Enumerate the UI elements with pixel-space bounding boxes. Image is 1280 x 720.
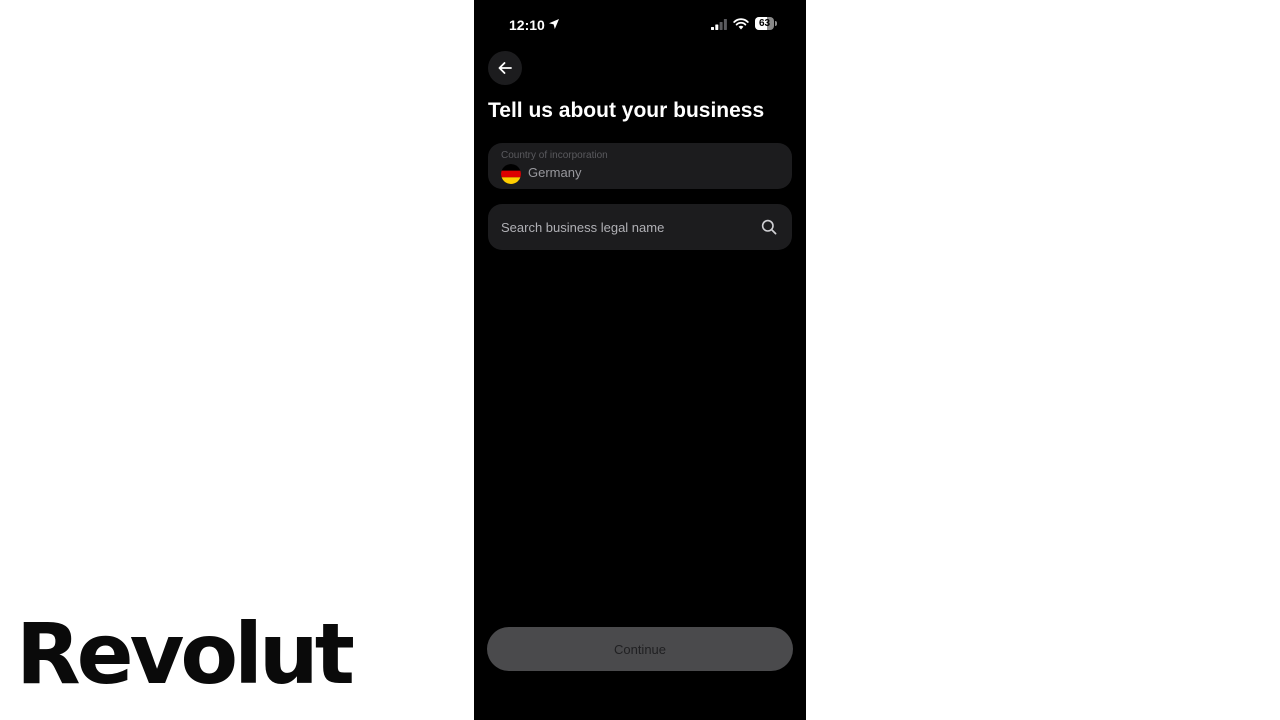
battery-icon: 63 (755, 17, 777, 30)
phone-screen: 12:10 63 Tell us about your business Cou… (474, 0, 806, 720)
continue-button[interactable]: Continue (487, 627, 793, 671)
status-bar: 12:10 63 (474, 0, 806, 48)
wifi-icon (733, 18, 749, 30)
page-title: Tell us about your business (488, 99, 765, 122)
germany-flag-icon (501, 164, 521, 184)
status-time: 12:10 (509, 17, 545, 33)
battery-body: 63 (755, 17, 774, 30)
business-search-field[interactable] (488, 204, 792, 250)
country-of-incorporation-select[interactable]: Country of incorporation Germany (488, 143, 792, 189)
battery-cap (775, 21, 777, 26)
arrow-left-icon (498, 62, 512, 74)
location-arrow-icon (549, 19, 559, 29)
revolut-logo: Revolut (16, 605, 355, 703)
country-field-label: Country of incorporation (501, 150, 608, 161)
back-button[interactable] (488, 51, 522, 85)
screen: 12:10 63 Tell us about your business Cou… (0, 0, 1280, 720)
search-icon[interactable] (761, 219, 777, 235)
business-legal-name-input[interactable] (501, 204, 751, 250)
cellular-signal-icon (711, 19, 727, 30)
battery-level: 63 (758, 18, 771, 29)
country-value: Germany (528, 165, 582, 180)
